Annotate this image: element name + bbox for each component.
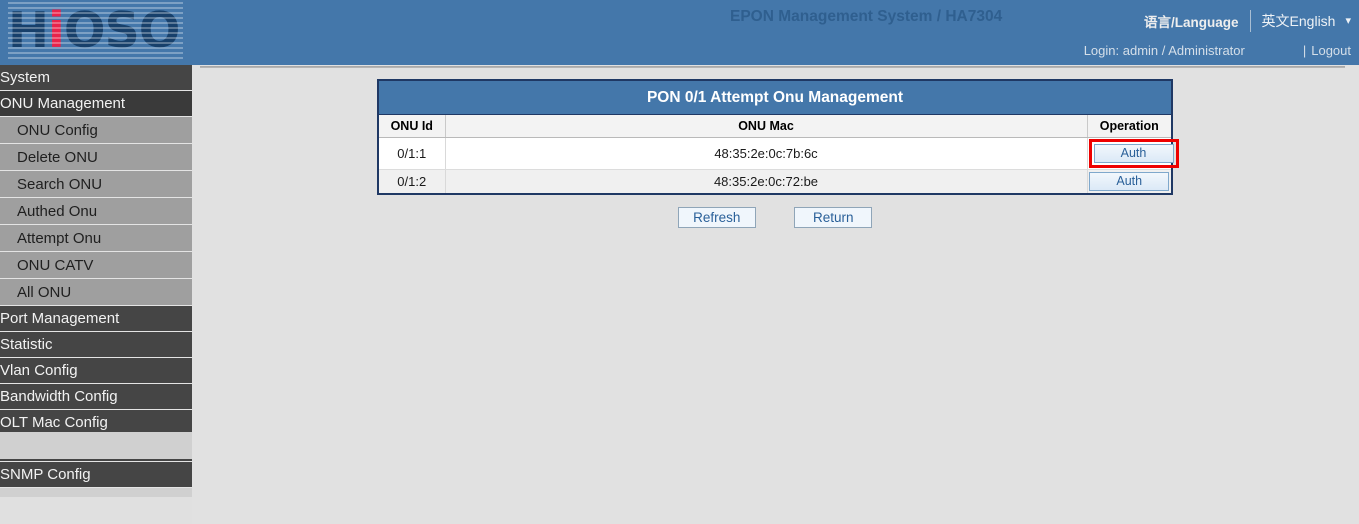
auth-button[interactable]: Auth [1094, 144, 1174, 163]
cell-onu-mac: 48:35:2e:0c:7b:6c [445, 137, 1087, 169]
sidebar-item-all-onu[interactable]: All ONU [0, 279, 192, 306]
cell-onu-id: 0/1:2 [379, 169, 445, 193]
sidebar-item-snmp-config[interactable]: SNMP Config [0, 462, 192, 488]
sidebar-item-search-onu[interactable]: Search ONU [0, 171, 192, 198]
sidebar-item-delete-onu[interactable]: Delete ONU [0, 144, 192, 171]
language-dropdown[interactable]: 英文English ▾ [1250, 10, 1351, 32]
login-user-text: Login: admin / Administrator [1084, 43, 1245, 58]
sidebar-item-onu-config[interactable]: ONU Config [0, 117, 192, 144]
cell-operation: Auth [1087, 137, 1171, 169]
sidebar-item-onu-management[interactable]: ONU Management [0, 91, 192, 117]
login-status-bar: Login: admin / Administrator | Logout [1084, 43, 1351, 58]
highlight-box: Auth [1089, 139, 1179, 168]
sidebar-item-attempt-onu[interactable]: Attempt Onu [0, 225, 192, 252]
refresh-button[interactable]: Refresh [678, 207, 756, 228]
sidebar-item-bandwidth-config[interactable]: Bandwidth Config [0, 384, 192, 410]
auth-button[interactable]: Auth [1089, 172, 1169, 191]
content-top-divider [200, 66, 1345, 68]
sidebar-item-authed-onu[interactable]: Authed Onu [0, 198, 192, 225]
table-row: 0/1:148:35:2e:0c:7b:6c Auth [379, 137, 1171, 169]
column-header-onu-mac: ONU Mac [445, 115, 1087, 137]
logo-wordmark: HiOSO [8, 2, 183, 60]
column-header-operation: Operation [1087, 115, 1171, 137]
page-title: EPON Management System / HA7304 [730, 8, 1002, 26]
table-body: 0/1:148:35:2e:0c:7b:6cAuth0/1:248:35:2e:… [379, 137, 1171, 193]
sidebar-item-system[interactable]: System [0, 65, 192, 91]
cell-onu-id: 0/1:1 [379, 137, 445, 169]
sidebar-item-port-management[interactable]: Port Management [0, 306, 192, 332]
cell-operation: Auth [1087, 169, 1171, 193]
chevron-down-icon: ▾ [1345, 16, 1351, 27]
cell-onu-mac: 48:35:2e:0c:72:be [445, 169, 1087, 193]
table-row: 0/1:248:35:2e:0c:72:beAuth [379, 169, 1171, 193]
content-area: PON 0/1 Attempt Onu Management ONU Id ON… [192, 65, 1359, 524]
table-header-row: ONU Id ONU Mac Operation [379, 115, 1171, 137]
attempt-onu-table: ONU Id ONU Mac Operation 0/1:148:35:2e:0… [379, 115, 1171, 193]
language-label: 语言/Language [1144, 11, 1250, 31]
attempt-onu-panel: PON 0/1 Attempt Onu Management ONU Id ON… [377, 79, 1173, 195]
column-header-onu-id: ONU Id [379, 115, 445, 137]
language-selector-group: 语言/Language 英文English ▾ [1144, 10, 1351, 32]
hioso-logo: HiOSO [8, 2, 183, 60]
app-header: HiOSO EPON Management System / HA7304 语言… [0, 0, 1359, 65]
return-button[interactable]: Return [794, 207, 872, 228]
sidebar-items-container: SystemONU ManagementONU ConfigDelete ONU… [0, 65, 192, 488]
logo-accent-dot: i [48, 2, 64, 59]
language-selected-value: 英文English [1262, 11, 1336, 31]
logout-separator: | [1245, 43, 1311, 58]
sidebar-item-onu-catv[interactable]: ONU CATV [0, 252, 192, 279]
logout-link[interactable]: Logout [1311, 43, 1351, 58]
sidebar-bottom-filler [0, 432, 192, 459]
sidebar-item-statistic[interactable]: Statistic [0, 332, 192, 358]
sidebar-item-vlan-config[interactable]: Vlan Config [0, 358, 192, 384]
action-button-row: Refresh Return [377, 207, 1173, 228]
panel-title: PON 0/1 Attempt Onu Management [379, 81, 1171, 115]
